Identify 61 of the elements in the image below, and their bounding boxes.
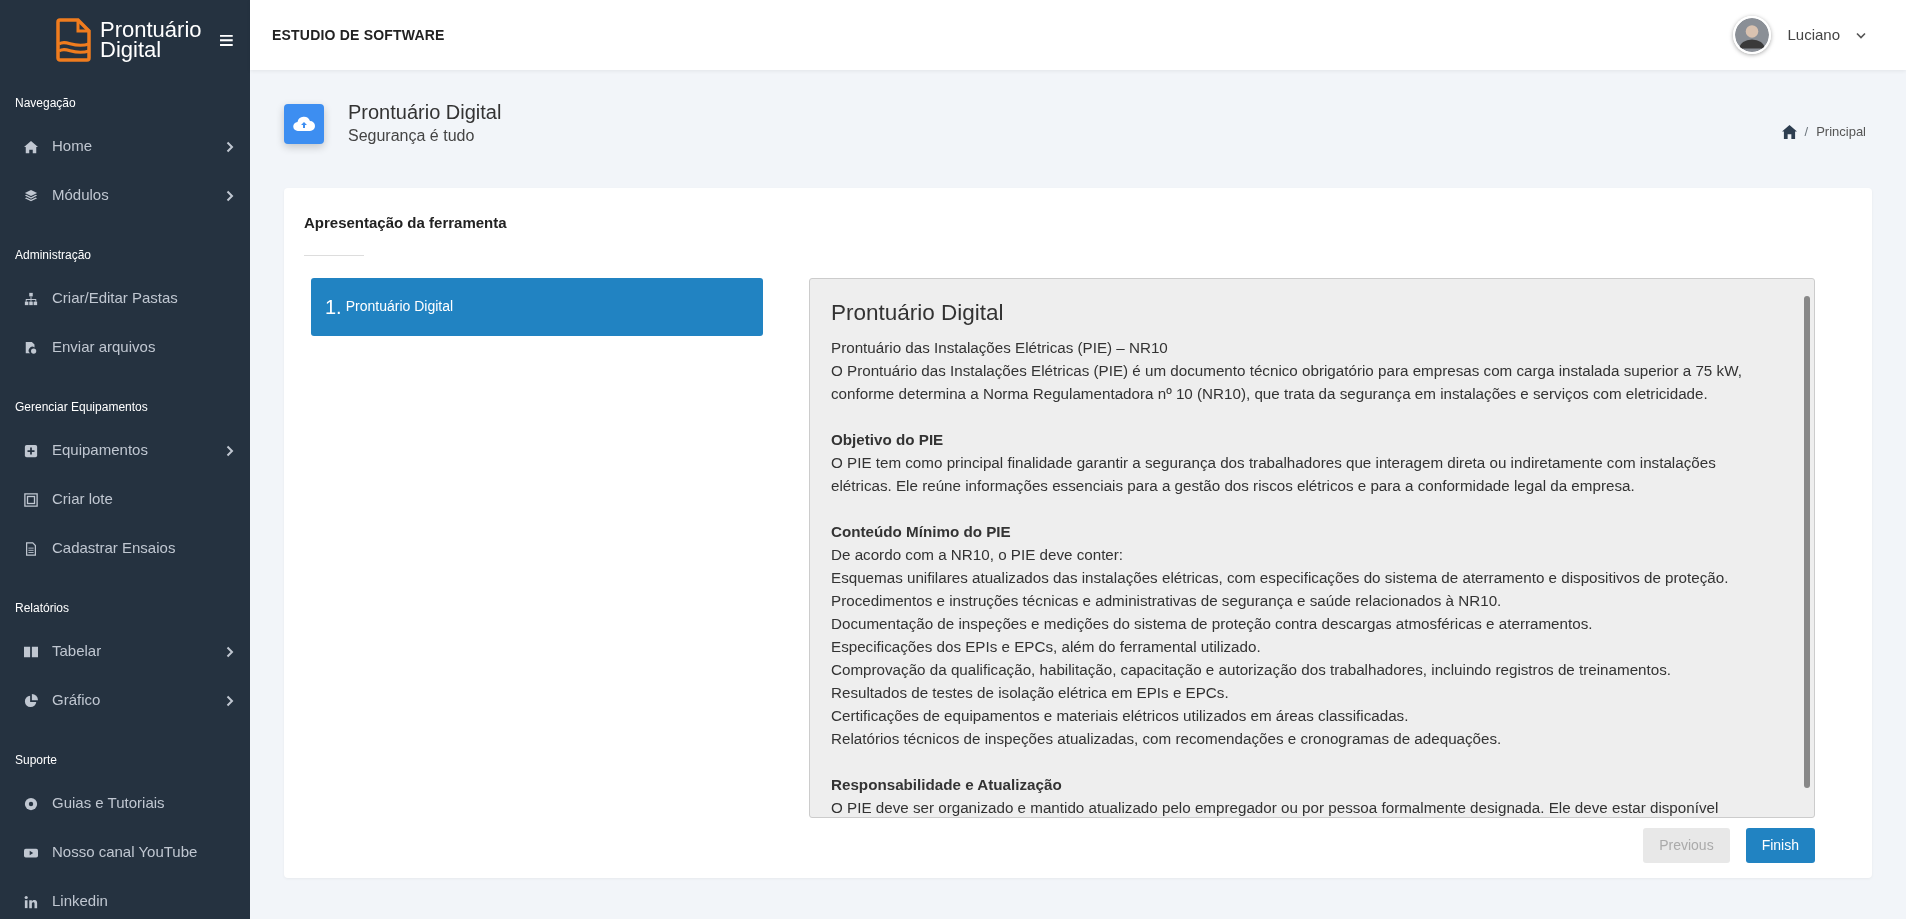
- section-label: Navegação: [14, 95, 77, 112]
- sidebar-item[interactable]: Criar/Editar Pastas: [0, 274, 250, 323]
- sidebar-item[interactable]: Nosso canal YouTube: [0, 828, 250, 877]
- selection-icon: [24, 492, 38, 507]
- section-label: Administração: [14, 247, 93, 264]
- breadcrumb-item[interactable]: Principal: [1816, 122, 1866, 142]
- section-label: Relatórios: [14, 600, 71, 617]
- document-icon: [24, 541, 38, 556]
- avatar: [1733, 16, 1772, 54]
- company-name: ESTUDIO DE SOFTWARE: [272, 25, 445, 45]
- brand-name: Prontuário Digital: [100, 20, 202, 60]
- breadcrumb-separator: /: [1804, 123, 1809, 141]
- paragraph: Documentação de inspeções e medições do sistema de proteção contra descargas atmosféricas e aterramentos.: [831, 613, 1594, 634]
- paragraph: O PIE tem como principal finalidade garantir a segurança dos trabalhadores que interagem direta ou indiretamente com instalações elétricas. Ele reúne informações essenciais para a gestão dos riscos elétricos e para a conformidade legal da empresa.: [831, 452, 1717, 496]
- user-menu[interactable]: Luciano: [1733, 16, 1866, 54]
- sidebar-item[interactable]: Cadastrar Ensaios: [0, 524, 250, 573]
- upload-icon: [284, 104, 324, 144]
- linkedin-icon: [24, 894, 38, 909]
- logo-icon: [56, 18, 92, 62]
- section-label: Suporte: [14, 752, 59, 769]
- home-icon: [24, 139, 38, 154]
- sidebar-item[interactable]: Gráfico: [0, 676, 250, 725]
- paragraph: Certificações de equipamentos e materiais elétricos utilizados em áreas classificadas.: [831, 705, 1410, 726]
- paragraph: Comprovação da qualificação, habilitação, capacitação e autorização dos trabalhadores, incluindo registros de treinamentos.: [831, 659, 1673, 680]
- paragraph: O PIE deve ser organizado e mantido atualizado pelo empregador ou por pessoa formalmente designada. Ele deve estar disponível: [831, 797, 1720, 817]
- paragraph: Especificações dos EPIs e EPCs, além do ferramental utilizado.: [831, 636, 1262, 657]
- paragraph: Procedimentos e instruções técnicas e administrativas de segurança e saúde relacionados à NR10.: [831, 590, 1503, 611]
- content-title: Prontuário Digital: [831, 298, 1005, 326]
- pie-chart-icon: [24, 693, 38, 708]
- plus-square-icon: [24, 443, 38, 458]
- paragraph: Relatórios técnicos de inspeções atualizadas, com recomendações e cronogramas de adequações.: [831, 728, 1503, 749]
- sidebar-item[interactable]: Módulos: [0, 171, 250, 220]
- section-heading: Conteúdo Mínimo do PIE: [831, 521, 1012, 542]
- paragraph: O Prontuário das Instalações Elétricas (PIE) é um documento técnico obrigatório para empresas com carga instalada superior a 75 kW, conforme determina a Norma Regulamentadora nº 10 (NR10), que trata da segurança em instalações e serviços com eletricidade.: [831, 360, 1743, 404]
- finish-button[interactable]: Finish: [1745, 827, 1815, 863]
- section-heading: Objetivo do PIE: [831, 429, 945, 450]
- layers-icon: [24, 188, 38, 203]
- step-tab[interactable]: 1. Prontuário Digital: [311, 277, 763, 336]
- chevron-down-icon: [1856, 32, 1866, 40]
- book-icon: [24, 644, 38, 659]
- page-title: Prontuário Digital: [348, 100, 502, 124]
- sidebar-item[interactable]: Tabelar: [0, 627, 250, 676]
- section-label: Gerenciar Equipamentos: [14, 399, 149, 416]
- file-icon: [24, 340, 38, 355]
- section-heading: Responsabilidade e Atualização: [831, 774, 1063, 795]
- sidebar-item[interactable]: Criar lote: [0, 475, 250, 524]
- menu-button[interactable]: ≡: [218, 27, 234, 53]
- sidebar-item[interactable]: Guias e Tutoriais: [0, 779, 250, 828]
- page-subtitle: Segurança é tudo: [348, 126, 476, 146]
- help-icon: [24, 796, 38, 811]
- card-title: Apresentação da ferramenta: [304, 213, 508, 233]
- home-icon[interactable]: [1781, 124, 1797, 139]
- paragraph: Prontuário das Instalações Elétricas (PIE) – NR10: [831, 337, 1169, 358]
- paragraph: De acordo com a NR10, o PIE deve conter:: [831, 544, 1125, 565]
- sidebar-item[interactable]: Enviar arquivos: [0, 323, 250, 372]
- sidebar-item[interactable]: Equipamentos: [0, 426, 250, 475]
- paragraph: Esquemas unifilares atualizados das instalações elétricas, com especificações do sistema de aterramento e dispositivos de proteção.: [831, 567, 1730, 588]
- sidebar-item[interactable]: Home: [0, 122, 250, 171]
- sitemap-icon: [24, 291, 38, 306]
- sidebar-item[interactable]: Linkedin: [0, 877, 250, 919]
- paragraph: Resultados de testes de isolação elétrica em EPIs e EPCs.: [831, 682, 1230, 703]
